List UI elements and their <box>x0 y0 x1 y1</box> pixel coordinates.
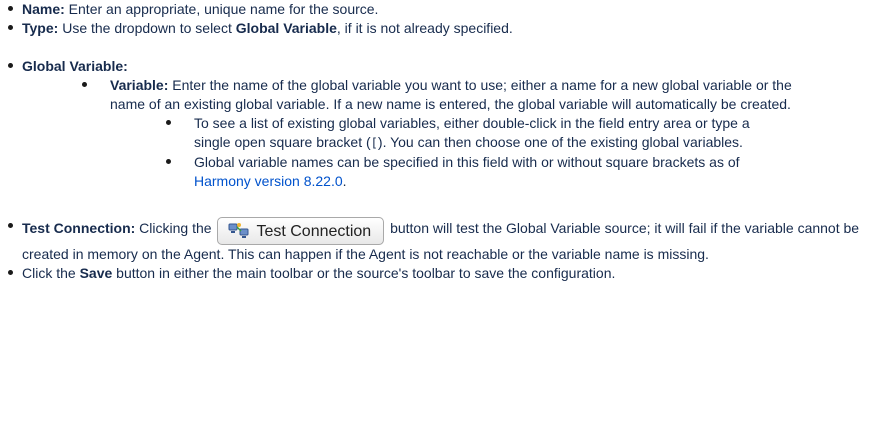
test-connection-text-start: Clicking the <box>135 220 216 236</box>
global-variable-label: Global Variable: <box>22 58 128 74</box>
open-bracket-code: [ <box>370 136 378 150</box>
document-body: Name: Enter an appropriate, unique name … <box>0 0 881 283</box>
test-connection-list: Test Connection: Clicking the Test Conne… <box>8 217 862 283</box>
list-item-save: Click the Save button in either the main… <box>8 264 862 283</box>
global-variable-list: Global Variable: <box>8 57 881 76</box>
name-label: Name: <box>22 1 65 17</box>
connection-test-icon <box>228 221 250 241</box>
type-value-bold: Global Variable <box>235 20 337 36</box>
see-existing-text-end: ). You can then choose one of the existi… <box>377 134 743 150</box>
name-description: Enter an appropriate, unique name for th… <box>64 1 379 17</box>
square-brackets-text-start: Global variable names can be specified i… <box>194 154 740 170</box>
save-text-start: Click the <box>22 265 80 281</box>
field-list: Name: Enter an appropriate, unique name … <box>8 0 881 38</box>
variable-label: Variable: <box>110 77 169 93</box>
list-item-square-brackets: Global variable names can be specified i… <box>166 153 780 191</box>
test-connection-button-label: Test Connection <box>256 222 372 240</box>
connection-test-icon-svg <box>228 223 249 238</box>
square-brackets-text-end: . <box>342 173 347 189</box>
list-item-see-existing: To see a list of existing global variabl… <box>166 114 780 153</box>
variable-notes-list: To see a list of existing global variabl… <box>166 114 780 191</box>
test-connection-label: Test Connection: <box>22 220 136 236</box>
type-description-start: Use the dropdown to select <box>58 20 236 36</box>
harmony-version-link[interactable]: Harmony version 8.22.0 <box>194 173 343 189</box>
test-connection-button[interactable]: Test Connection <box>217 217 385 245</box>
list-item-variable: Variable: Enter the name of the global v… <box>82 76 796 114</box>
global-variable-sublist: Variable: Enter the name of the global v… <box>82 76 796 114</box>
type-description-end: , if it is not already specified. <box>336 20 513 36</box>
save-text-end: button in either the main toolbar or the… <box>112 265 616 281</box>
type-label: Type: <box>22 20 59 36</box>
list-item-type: Type: Use the dropdown to select Global … <box>8 19 881 38</box>
variable-description: Enter the name of the global variable yo… <box>110 77 792 112</box>
list-item-name: Name: Enter an appropriate, unique name … <box>8 0 881 19</box>
list-item-global-variable: Global Variable: <box>8 57 881 76</box>
list-item-test-connection: Test Connection: Clicking the Test Conne… <box>8 217 862 264</box>
save-bold: Save <box>79 265 113 281</box>
